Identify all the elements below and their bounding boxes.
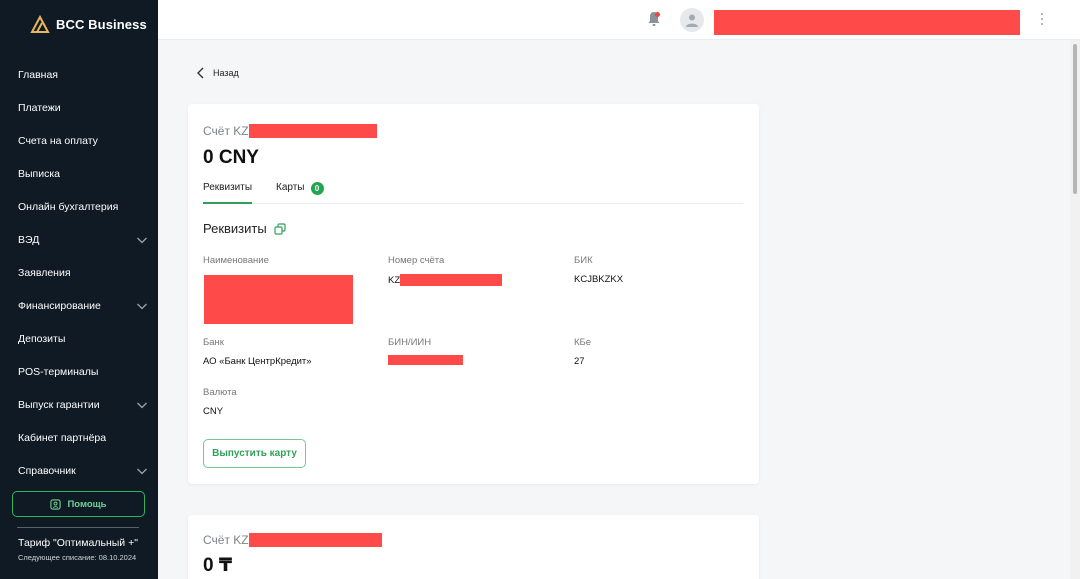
- top-header: [158, 0, 1080, 40]
- account-prefix: Счёт KZ: [203, 124, 249, 138]
- requisites-heading: Реквизиты: [203, 221, 286, 236]
- sidebar-nav: Главная Платежи Счета на оплату Выписка Онла…: [0, 58, 158, 487]
- sidebar-item-label: Платежи: [18, 101, 61, 114]
- scrollbar-thumb[interactable]: [1073, 44, 1077, 194]
- user-name-redacted[interactable]: [714, 10, 1020, 35]
- bcc-logo-icon: [30, 14, 50, 33]
- sidebar: BCC Business Главная Платежи Счета на опла…: [0, 0, 158, 579]
- chevron-down-icon: [137, 402, 147, 408]
- bell-icon[interactable]: [645, 10, 663, 28]
- field-currency-label: Валюта: [203, 387, 237, 398]
- field-account-label: Номер счёта: [388, 255, 445, 266]
- chevron-down-icon: [137, 237, 147, 243]
- bcc-logo[interactable]: BCC Business: [30, 14, 147, 34]
- account-number-label: Счёт KZ: [203, 533, 382, 547]
- sidebar-item-label: Онлайн бухгалтерия: [18, 200, 119, 213]
- copy-icon[interactable]: [274, 222, 286, 235]
- back-label: Назад: [213, 68, 239, 78]
- tab-cards-label: Карты: [276, 182, 305, 193]
- field-kbe-value: 27: [574, 356, 585, 367]
- sidebar-divider: [17, 527, 139, 528]
- sidebar-item[interactable]: Депозиты: [0, 322, 158, 355]
- help-label: Помощь: [67, 498, 107, 510]
- sidebar-item[interactable]: Кабинет партнёра: [0, 421, 158, 454]
- field-kbe-label: КБе: [574, 337, 592, 348]
- field-bin-label: БИН/ИИН: [388, 337, 432, 348]
- sidebar-item-label: Справочник: [18, 464, 76, 477]
- field-account-value: KZ: [388, 274, 503, 286]
- company-name-redacted: [204, 275, 353, 324]
- sidebar-item[interactable]: ВЭД: [0, 223, 158, 256]
- sidebar-item-label: Счета на оплату: [18, 134, 98, 147]
- tariff-title[interactable]: Тариф "Оптимальный +": [18, 537, 138, 549]
- sidebar-item-label: Заявления: [18, 266, 71, 279]
- sidebar-item[interactable]: Счета на оплату: [0, 124, 158, 157]
- tariff-next-charge: Следующее списание: 08.10.2024: [18, 553, 137, 562]
- sidebar-item[interactable]: Выпуск гарантии: [0, 388, 158, 421]
- account-number-redacted: [248, 124, 377, 138]
- sidebar-item-label: Финансирование: [18, 299, 101, 312]
- cards-count-badge: 0: [310, 182, 324, 195]
- back-link[interactable]: Назад: [196, 67, 239, 79]
- issue-card-button[interactable]: Выпустить карту: [203, 439, 306, 468]
- account-value-prefix: KZ: [388, 274, 401, 286]
- sidebar-item-label: Выписка: [18, 167, 61, 180]
- logo-text: BCC Business: [56, 16, 147, 32]
- account-balance: 0 CNY: [203, 147, 259, 168]
- account-number-redacted: [248, 533, 382, 547]
- sidebar-item[interactable]: Справочник: [0, 454, 158, 487]
- chat-icon: [50, 498, 62, 510]
- field-currency-value: CNY: [203, 406, 224, 417]
- more-options-icon[interactable]: [1040, 13, 1044, 27]
- tab-requisites[interactable]: Реквизиты: [203, 182, 253, 204]
- notification-dot: [655, 12, 660, 17]
- page-scrollbar[interactable]: [1070, 40, 1080, 579]
- sidebar-item[interactable]: POS-терминалы: [0, 355, 158, 388]
- field-bik-label: БИК: [574, 255, 593, 266]
- requisites-title: Реквизиты: [203, 221, 267, 236]
- sidebar-item-label: ВЭД: [18, 233, 40, 246]
- field-bank-value: АО «Банк ЦентрКредит»: [203, 356, 312, 367]
- account-value-redacted: [400, 274, 503, 286]
- chevron-down-icon: [137, 303, 147, 309]
- account-number-label: Счёт KZ: [203, 124, 377, 138]
- sidebar-item[interactable]: Платежи: [0, 91, 158, 124]
- field-name-label: Наименование: [203, 255, 269, 266]
- sidebar-item[interactable]: Онлайн бухгалтерия: [0, 190, 158, 223]
- sidebar-item[interactable]: Финансирование: [0, 289, 158, 322]
- sidebar-item-label: Кабинет партнёра: [18, 431, 107, 444]
- sidebar-item-label: Депозиты: [18, 332, 66, 345]
- help-button[interactable]: Помощь: [12, 491, 145, 517]
- sidebar-item-label: POS-терминалы: [18, 365, 99, 378]
- sidebar-item-label: Главная: [18, 68, 58, 81]
- account-tabs: Реквизиты Карты 0: [203, 182, 743, 204]
- field-bank-label: Банк: [203, 337, 224, 348]
- bin-value-redacted: [388, 355, 463, 365]
- sidebar-item[interactable]: Заявления: [0, 256, 158, 289]
- account-prefix: Счёт KZ: [203, 533, 249, 547]
- tab-cards[interactable]: Карты 0: [276, 182, 324, 204]
- field-bik-value: KCJBKZKX: [574, 274, 624, 285]
- account-balance: 0 ₸: [203, 555, 233, 576]
- sidebar-item-label: Выпуск гарантии: [18, 398, 100, 411]
- avatar[interactable]: [680, 8, 704, 32]
- sidebar-item[interactable]: Выписка: [0, 157, 158, 190]
- chevron-down-icon: [137, 468, 147, 474]
- chevron-left-icon: [197, 67, 204, 79]
- account-card: Счёт KZ 0 ₸: [188, 515, 759, 579]
- user-icon: [686, 14, 698, 27]
- account-card: Счёт KZ 0 CNY Реквизиты Карты 0 Реквизит…: [188, 104, 759, 484]
- sidebar-item[interactable]: Главная: [0, 58, 158, 91]
